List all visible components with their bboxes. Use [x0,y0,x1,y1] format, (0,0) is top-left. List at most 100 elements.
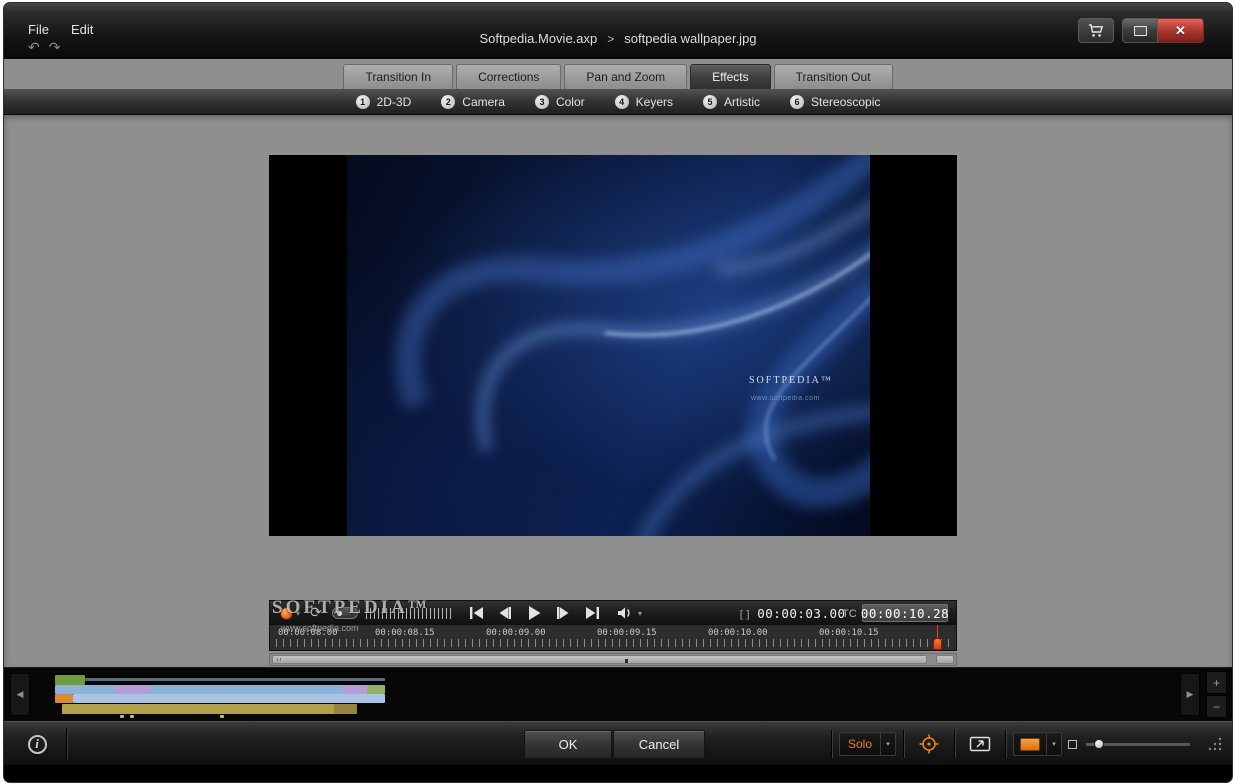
category-number-badge: 6 [790,94,805,109]
resize-grip[interactable] [1206,735,1224,753]
duration-counter: [] 00:00:03.00 [738,606,846,621]
audio-mute-button[interactable] [616,605,634,626]
divider [830,730,832,758]
fullscreen-button[interactable] [962,729,998,759]
breadcrumb: Softpedia.Movie.axp > softpedia wallpaper.… [4,31,1232,46]
play-button[interactable] [524,603,544,623]
info-button[interactable]: i [14,729,60,759]
horizontal-scrollbar[interactable] [269,653,957,666]
category-number-badge: 1 [355,94,370,109]
color-swatch [1020,737,1040,751]
titlebar: File Edit ↶ ↷ Softpedia.Movie.axp > softpe… [4,3,1232,59]
timeline-clip[interactable] [85,678,385,681]
zoom-in-button[interactable]: + [1206,671,1227,694]
minimize-icon [1133,25,1147,36]
navigator-clips[interactable] [38,668,1172,721]
wallpaper-url-text: www.softpedia.com [751,395,820,402]
chevron-down-icon[interactable]: ▾ [1046,733,1061,755]
store-cart-button[interactable] [1078,18,1114,43]
zoom-out-button[interactable]: − [1206,695,1227,718]
timeline-clip[interactable] [55,685,385,694]
timeline-clip[interactable] [367,685,385,694]
skip-start-icon [469,607,483,619]
scrollbar-end-handle[interactable] [936,655,954,664]
timeline-clip[interactable] [73,694,385,703]
chevron-down-icon[interactable]: ▾ [880,733,895,755]
playhead[interactable] [933,625,942,650]
track-target-button[interactable] [911,729,947,759]
timecode-field[interactable]: 00:00:10.28 [861,604,949,622]
category-label: Color [555,94,585,109]
skip-start-button[interactable] [466,603,486,623]
timeline-clip[interactable] [55,694,73,703]
close-button[interactable]: ✕ [1158,18,1204,43]
playback-controls [466,603,602,623]
preview-stage: SOFTPEDIA™ www.softpedia.com ▾ ⟳ ▾ [] 00… [4,115,1232,667]
solo-label: Solo [847,737,872,751]
timeline-clip[interactable] [55,675,85,685]
footer-right-cluster: Solo ▾ ▾ [824,722,1224,766]
scrollbar-thumb[interactable] [272,655,927,664]
ok-button[interactable]: OK [524,730,612,759]
navigator-scroll-left-button[interactable]: ◀ [10,673,30,716]
divider [66,728,67,760]
tab-transition-out[interactable]: Transition Out [773,64,893,89]
step-back-button[interactable] [495,603,515,623]
slider-knob[interactable] [1094,739,1104,749]
preview-zoom-slider [1068,739,1190,749]
timeline-clip[interactable] [343,685,367,694]
ruler-tick-label: 00:00:08.00 [278,628,338,638]
time-ruler[interactable]: 00:00:08.00 00:00:08.15 00:00:09.00 00:0… [269,625,957,651]
playhead-handle[interactable] [933,638,942,650]
timeline-clip[interactable] [334,704,357,714]
minimize-button[interactable] [1122,18,1158,43]
ruler-tick-marks [276,639,950,647]
category-artistic[interactable]: 5 Artistic [703,94,760,109]
divider [954,730,955,758]
navigator-scroll-right-button[interactable]: ▶ [1180,673,1200,716]
speaker-icon [618,607,630,619]
category-camera[interactable]: 2 Camera [441,94,505,109]
tab-corrections[interactable]: Corrections [456,64,562,89]
tab-effects[interactable]: Effects [690,64,771,89]
category-label: 2D-3D [376,94,412,109]
wallpaper-swirls [395,155,870,536]
footer-toolbar: i OK Cancel Solo ▾ ▾ [4,721,1232,765]
shuttle-control[interactable] [332,607,358,619]
category-number-badge: 4 [614,94,629,109]
timeline-clip[interactable] [62,704,357,714]
asset-name: softpedia wallpaper.jpg [624,31,757,46]
timeline-navigator[interactable]: ◀ ▶ + − [4,667,1232,721]
tab-transition-in[interactable]: Transition In [343,64,454,89]
app-window: File Edit ↶ ↷ Softpedia.Movie.axp > softpe… [3,2,1233,783]
duration-icon: [] [738,608,752,621]
timeline-clip[interactable] [130,715,134,718]
slider-track[interactable] [1086,739,1190,749]
category-stereoscopic[interactable]: 6 Stereoscopic [790,94,880,109]
loop-icon[interactable]: ⟳ [310,604,322,621]
chevron-down-icon[interactable]: ▾ [296,609,300,618]
category-number-badge: 2 [441,94,456,109]
fullscreen-icon [969,736,991,752]
category-number-badge: 3 [534,94,549,109]
tab-pan-and-zoom[interactable]: Pan and Zoom [564,64,688,89]
category-keyers[interactable]: 4 Keyers [614,94,673,109]
cancel-button[interactable]: Cancel [613,730,705,759]
timeline-clip[interactable] [220,715,224,718]
scrub-ticks[interactable] [366,608,454,619]
ruler-tick-label: 00:00:10.15 [819,628,879,638]
marker-record-button[interactable] [280,607,293,620]
duration-value: 00:00:03.00 [757,606,846,621]
close-icon: ✕ [1175,22,1186,38]
solo-dropdown[interactable]: Solo ▾ [838,732,896,756]
skip-end-button[interactable] [582,603,602,623]
timeline-clip[interactable] [114,685,150,694]
background-color-dropdown[interactable]: ▾ [1013,732,1062,756]
step-forward-button[interactable] [553,603,573,623]
category-2d-3d[interactable]: 1 2D-3D [355,94,412,109]
cart-icon [1089,23,1104,37]
category-color[interactable]: 3 Color [534,94,585,109]
play-icon [529,606,541,620]
chevron-down-icon[interactable]: ▾ [638,609,642,618]
timeline-clip[interactable] [120,715,124,718]
